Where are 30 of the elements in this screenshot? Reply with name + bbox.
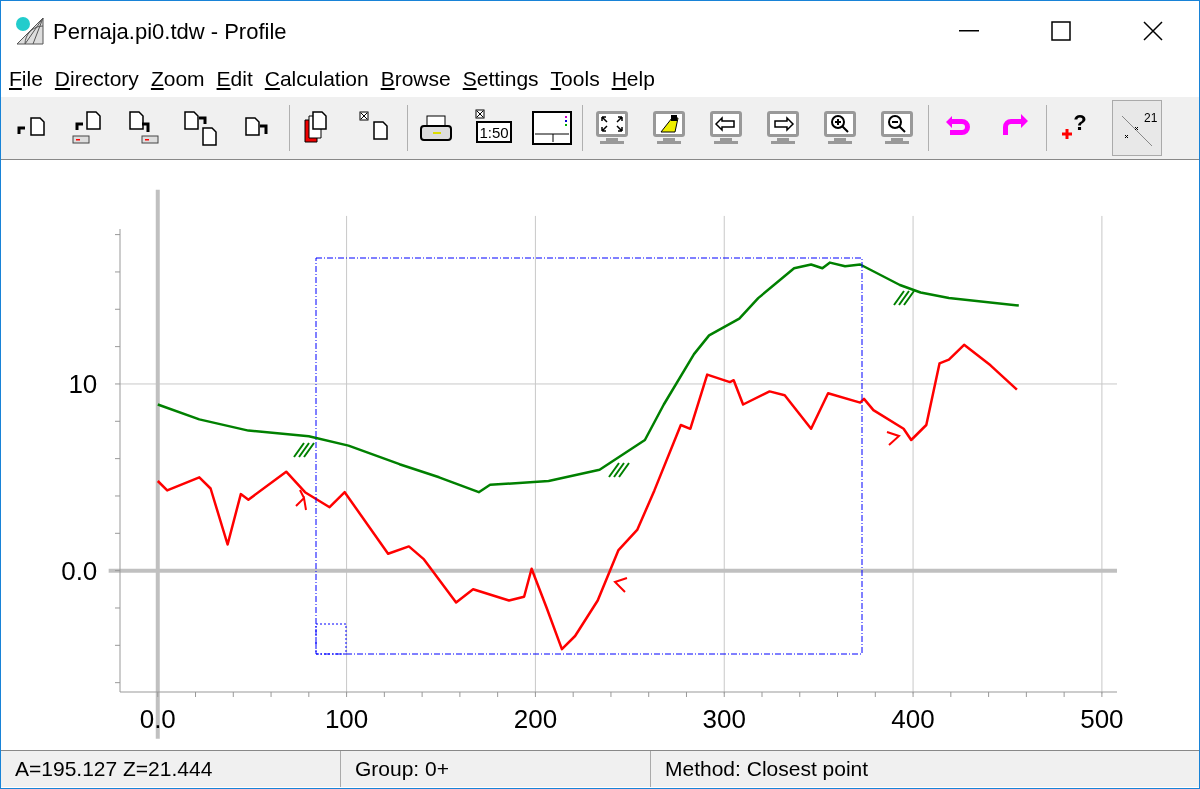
menu-item[interactable]: Help [611, 63, 655, 95]
menu-item[interactable]: File [9, 63, 43, 95]
y-tick-label: 10 [68, 368, 98, 399]
menu-item[interactable]: Edit [216, 63, 253, 95]
menu-item[interactable]: Browse [380, 63, 451, 95]
menu-item[interactable]: Zoom [150, 63, 205, 95]
status-field: Group: 0+ [341, 751, 651, 787]
toolbar-button[interactable]: 1:50 [473, 100, 517, 156]
minimize-icon [959, 30, 979, 32]
y-tick-label: 0.0 [61, 555, 98, 586]
menu-item[interactable]: Directory [54, 63, 139, 95]
window-title: Pernaja.pi0.tdw - Profile [53, 17, 287, 46]
x-tick-label: 300 [702, 704, 746, 734]
x-tick-label: 100 [324, 704, 369, 734]
menu-item[interactable]: Tools [550, 63, 600, 95]
x-tick-label: 0.0 [139, 704, 176, 734]
status-field: Method: Closest point [651, 751, 1199, 787]
menu-item[interactable]: Calculation [264, 63, 369, 95]
close-icon [1143, 21, 1163, 41]
menu-item[interactable]: Settings [462, 63, 539, 95]
x-tick-label: 200 [513, 704, 558, 734]
maximize-icon [1051, 21, 1071, 41]
toolbar-button[interactable]: 21 [1112, 100, 1162, 156]
selection-frame[interactable] [315, 257, 863, 655]
x-tick-label: 500 [1080, 704, 1124, 734]
status-field: A=195.127 Z=21.444 [1, 751, 341, 787]
x-tick-label: 400 [891, 704, 935, 734]
layout-icon [531, 108, 573, 148]
app-logo-icon [13, 14, 47, 48]
toolbar-button[interactable]: ? [1055, 100, 1099, 156]
